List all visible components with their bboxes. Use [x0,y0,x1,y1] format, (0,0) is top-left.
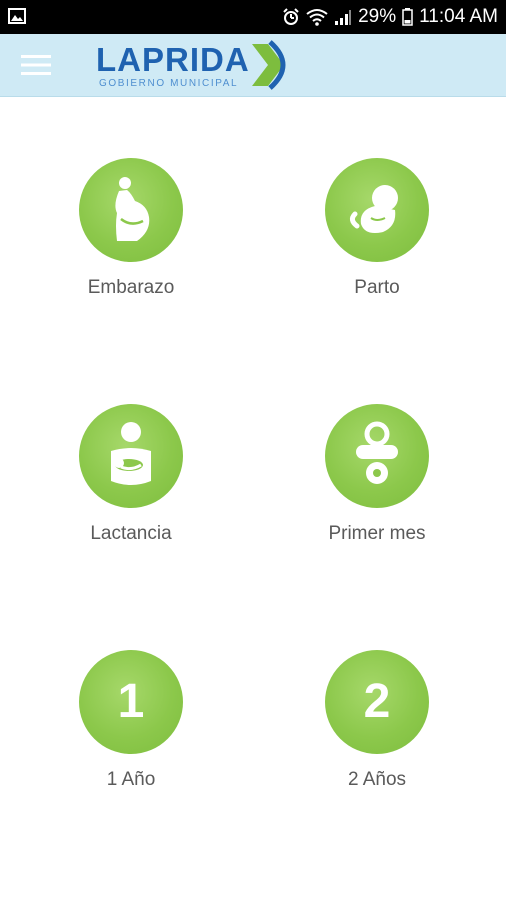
logo-subtitle: GOBIERNO MUNICIPAL [99,78,239,89]
wifi-icon [306,8,328,26]
battery-icon [402,8,413,26]
menu-tile-lactancia[interactable]: Lactancia [46,404,216,564]
gallery-icon [8,8,26,24]
tile-label: 1 Año [106,769,156,790]
tile-label: Parto [354,277,400,298]
tile-label: Primer mes [328,523,426,544]
main-menu-grid: Embarazo Parto Lactancia Primer mes 1 1 … [0,96,506,900]
hamburger-menu-icon[interactable] [14,48,58,82]
pacifier-icon [325,404,429,508]
number-two-icon: 2 [325,650,429,754]
menu-tile-1-ano[interactable]: 1 1 Año [46,650,216,810]
tile-digit: 2 [363,675,391,728]
laprida-logo: LAPRIDA GOBIERNO MUNICIPAL [96,40,300,92]
chevron-logo-icon [252,40,286,90]
breastfeeding-icon [79,404,183,508]
alarm-icon [282,8,300,26]
signal-icon [334,8,352,26]
tile-label: 2 Años [347,769,407,790]
menu-tile-parto[interactable]: Parto [292,158,462,318]
battery-percent: 29% [358,6,397,27]
logo-title: LAPRIDA [96,41,250,78]
menu-tile-primer-mes[interactable]: Primer mes [292,404,462,564]
clock-time: 11:04 AM [419,6,498,27]
tile-label: Embarazo [87,277,175,298]
status-bar: 29% 11:04 AM [0,0,506,34]
pregnancy-icon [79,158,183,262]
number-one-icon: 1 [79,650,183,754]
fetus-icon [325,158,429,262]
app-header: LAPRIDA GOBIERNO MUNICIPAL [0,34,506,97]
status-icons: 29% 11:04 AM [282,0,498,34]
menu-tile-2-anos[interactable]: 2 2 Años [292,650,462,810]
tile-digit: 1 [117,675,145,728]
tile-label: Lactancia [90,523,172,544]
menu-tile-embarazo[interactable]: Embarazo [46,158,216,318]
